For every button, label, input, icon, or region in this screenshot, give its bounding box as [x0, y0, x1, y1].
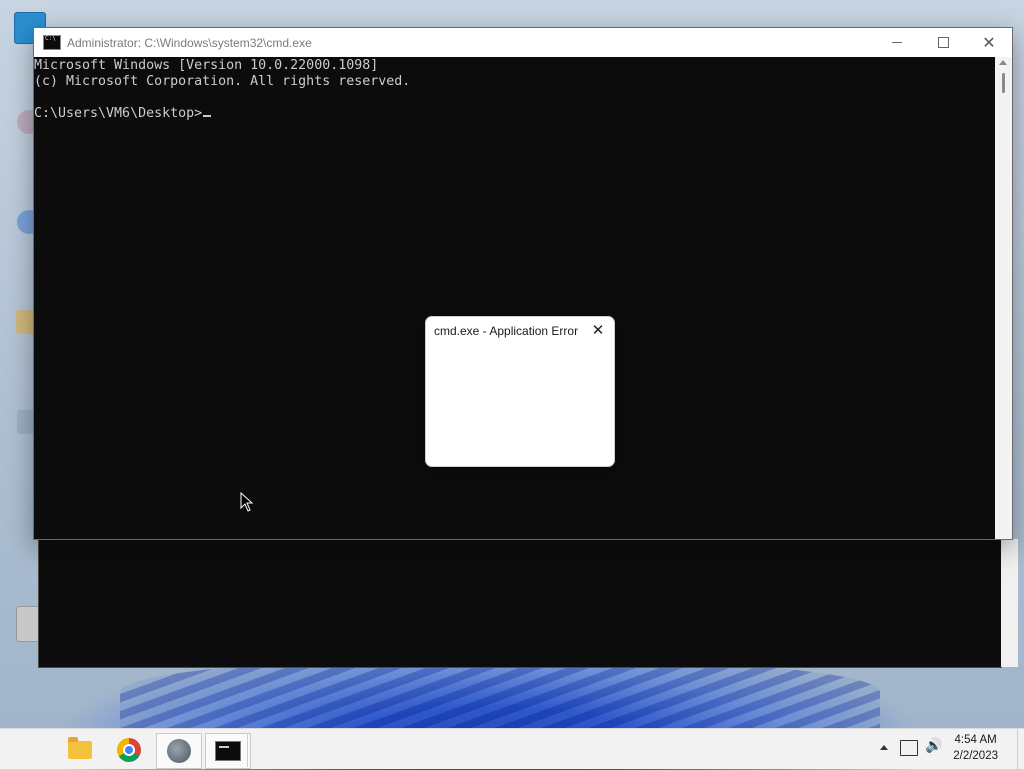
chrome-icon: [117, 738, 141, 762]
scroll-thumb[interactable]: [1002, 73, 1005, 93]
window-title: Administrator: C:\Windows\system32\cmd.e…: [67, 35, 312, 50]
taskbar-file-explorer[interactable]: [58, 733, 102, 767]
taskbar: 🔊 4:54 AM 2/2/2023: [0, 728, 1024, 769]
maximize-icon: [937, 37, 949, 48]
show-hidden-icons-icon[interactable]: [880, 745, 888, 750]
clock-date: 2/2/2023: [953, 750, 998, 762]
console-line: Microsoft Windows [Version 10.0.22000.10…: [34, 58, 379, 73]
clock-time: 4:54 AM: [954, 734, 997, 746]
taskbar-cmd[interactable]: [205, 733, 251, 769]
taskbar-separator: [247, 733, 252, 767]
background-cmd-window[interactable]: [38, 538, 1018, 668]
show-desktop-button[interactable]: [1017, 729, 1024, 769]
text-cursor: [203, 115, 212, 117]
application-error-dialog[interactable]: cmd.exe - Application Error ✕: [425, 316, 615, 467]
dialog-title: cmd.exe - Application Error: [434, 324, 579, 338]
mouse-pointer-icon: [240, 492, 254, 512]
minimize-icon: [892, 42, 902, 43]
close-button[interactable]: ✕: [966, 28, 1012, 57]
minimize-button[interactable]: [874, 28, 920, 57]
taskbar-steam[interactable]: [156, 733, 202, 769]
cmd-app-icon: [43, 35, 61, 50]
console-prompt-line: C:\Users\VM6\Desktop>: [34, 106, 995, 122]
console-prompt: C:\Users\VM6\Desktop>: [34, 106, 203, 121]
background-scrollbar[interactable]: [1001, 539, 1018, 667]
maximize-button[interactable]: [920, 28, 966, 57]
console-line: (c) Microsoft Corporation. All rights re…: [34, 74, 411, 89]
taskbar-clock[interactable]: 4:54 AM 2/2/2023: [953, 732, 998, 764]
network-icon[interactable]: [900, 740, 918, 756]
volume-icon[interactable]: 🔊: [925, 738, 942, 754]
steam-icon: [167, 739, 191, 763]
cmd-icon: [215, 741, 241, 761]
taskbar-chrome[interactable]: [107, 733, 151, 767]
close-icon: ✕: [982, 33, 996, 52]
dialog-close-button[interactable]: ✕: [589, 321, 607, 339]
file-explorer-icon: [68, 737, 92, 759]
scroll-up-arrow-icon[interactable]: [999, 60, 1007, 65]
window-titlebar[interactable]: Administrator: C:\Windows\system32\cmd.e…: [34, 28, 1012, 57]
close-icon: ✕: [591, 321, 605, 339]
console-scrollbar[interactable]: [995, 57, 1012, 539]
